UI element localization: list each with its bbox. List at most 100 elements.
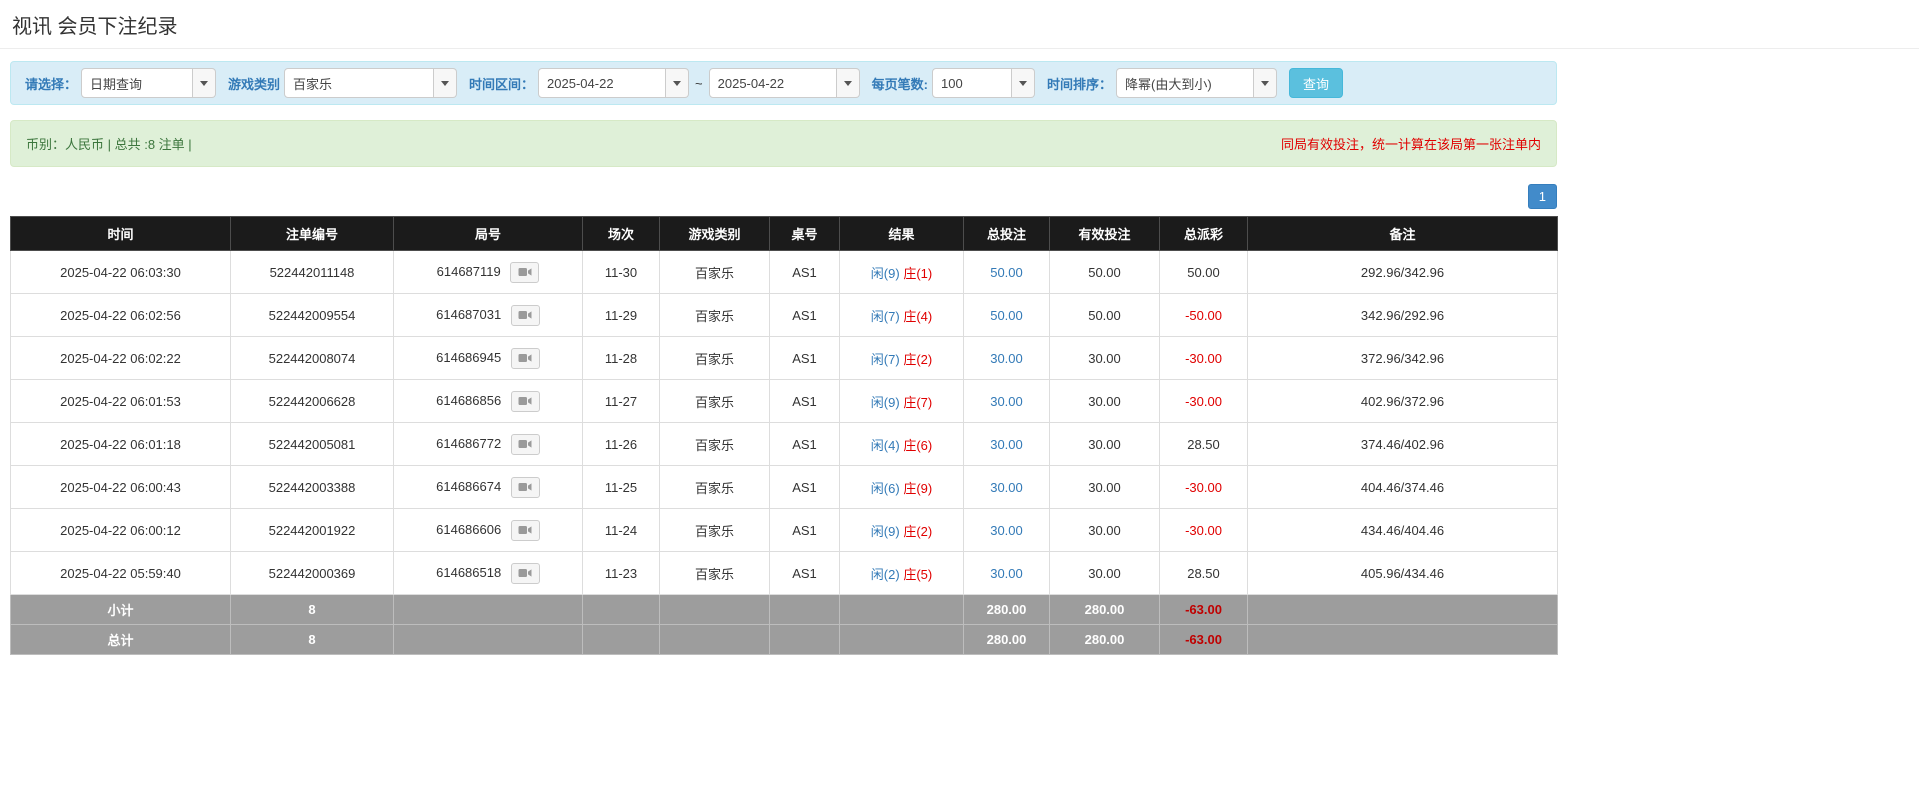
- select-type-input[interactable]: [81, 68, 193, 98]
- round-id-cell: 614686518: [394, 552, 583, 595]
- table-footer: 小计 8 280.00 280.00 -63.00 总计 8 280.00 28…: [11, 595, 1558, 655]
- summary-bar: 币别：人民币 | 总共 :8 注单 | 同局有效投注，统一计算在该局第一张注单内: [10, 120, 1557, 167]
- search-button[interactable]: 查询: [1289, 68, 1343, 98]
- table-row: 2025-04-22 06:02:22 522442008074 6146869…: [11, 337, 1558, 380]
- date-from-input[interactable]: [538, 68, 666, 98]
- select-type-dropdown-button[interactable]: [193, 68, 216, 98]
- sort-order-input[interactable]: [1116, 68, 1254, 98]
- total-bet-cell: 50.00: [964, 294, 1050, 337]
- content: 请选择： 游戏类别 时间区间： ~ 每页笔数: 时间排序：: [10, 61, 1557, 655]
- date-to-input[interactable]: [709, 68, 837, 98]
- round-id-text: 614686674: [436, 478, 501, 493]
- total-bet-link[interactable]: 30.00: [990, 566, 1023, 581]
- summary-payout-cell: -63.00: [1160, 625, 1248, 655]
- payout-cell: -30.00: [1160, 380, 1248, 423]
- date-from-dropdown-button[interactable]: [666, 68, 689, 98]
- total-bet-link[interactable]: 30.00: [990, 523, 1023, 538]
- summary-empty-cell: [660, 625, 770, 655]
- page-size-combobox: [932, 68, 1035, 98]
- total-bet-link[interactable]: 30.00: [990, 437, 1023, 452]
- result-cell: 闲(9) 庄(1): [840, 251, 964, 294]
- valid-bet-cell: 50.00: [1050, 251, 1160, 294]
- banker-result: 庄(6): [903, 438, 932, 453]
- total-bet-cell: 50.00: [964, 251, 1050, 294]
- banker-result: 庄(2): [903, 352, 932, 367]
- total-bet-link[interactable]: 50.00: [990, 308, 1023, 323]
- time-range-label: 时间区间：: [469, 74, 534, 93]
- game-type-input[interactable]: [284, 68, 434, 98]
- page-title: 视讯 会员下注纪录: [12, 10, 1909, 39]
- remark-cell: 292.96/342.96: [1248, 251, 1558, 294]
- player-result: 闲(9): [871, 266, 900, 281]
- valid-bet-cell: 30.00: [1050, 466, 1160, 509]
- video-replay-button[interactable]: [511, 520, 540, 541]
- summary-empty-cell: [660, 595, 770, 625]
- remark-cell: 402.96/372.96: [1248, 380, 1558, 423]
- payout-cell: 50.00: [1160, 251, 1248, 294]
- payout-cell: -30.00: [1160, 466, 1248, 509]
- page-size-dropdown-button[interactable]: [1012, 68, 1035, 98]
- col-header-valid-bet: 有效投注: [1050, 217, 1160, 251]
- summary-empty-cell: [1248, 595, 1558, 625]
- round-id-cell: 614686606: [394, 509, 583, 552]
- time-cell: 2025-04-22 06:02:22: [11, 337, 231, 380]
- valid-bet-cell: 30.00: [1050, 552, 1160, 595]
- col-header-session: 场次: [583, 217, 660, 251]
- bet-records-table: 时间 注单编号 局号 场次 游戏类别 桌号 结果 总投注 有效投注 总派彩 备注…: [10, 216, 1558, 655]
- col-header-payout: 总派彩: [1160, 217, 1248, 251]
- banker-result: 庄(2): [903, 524, 932, 539]
- result-cell: 闲(7) 庄(2): [840, 337, 964, 380]
- valid-bet-cell: 30.00: [1050, 380, 1160, 423]
- date-from-combobox: [538, 68, 689, 98]
- game-type-cell: 百家乐: [660, 337, 770, 380]
- total-bet-link[interactable]: 30.00: [990, 394, 1023, 409]
- total-bet-cell: 30.00: [964, 552, 1050, 595]
- table-no-cell: AS1: [770, 509, 840, 552]
- date-to-combobox: [709, 68, 860, 98]
- chevron-down-icon: [200, 81, 208, 86]
- game-type-cell: 百家乐: [660, 294, 770, 337]
- total-bet-link[interactable]: 30.00: [990, 351, 1023, 366]
- remark-cell: 434.46/404.46: [1248, 509, 1558, 552]
- payout-cell: 28.50: [1160, 552, 1248, 595]
- summary-empty-cell: [1248, 625, 1558, 655]
- page-size-input[interactable]: [932, 68, 1012, 98]
- total-bet-link[interactable]: 50.00: [990, 265, 1023, 280]
- summary-empty-cell: [770, 595, 840, 625]
- sort-order-dropdown-button[interactable]: [1254, 68, 1277, 98]
- bet-id-cell: 522442000369: [231, 552, 394, 595]
- banker-result: 庄(7): [903, 395, 932, 410]
- player-result: 闲(7): [871, 309, 900, 324]
- valid-bet-cell: 30.00: [1050, 337, 1160, 380]
- game-type-dropdown-button[interactable]: [434, 68, 457, 98]
- summary-count-cell: 8: [231, 595, 394, 625]
- result-cell: 闲(9) 庄(2): [840, 509, 964, 552]
- video-replay-button[interactable]: [510, 262, 539, 283]
- video-replay-button[interactable]: [511, 305, 540, 326]
- video-replay-button[interactable]: [511, 563, 540, 584]
- date-to-dropdown-button[interactable]: [837, 68, 860, 98]
- table-row: 2025-04-22 06:00:43 522442003388 6146866…: [11, 466, 1558, 509]
- summary-valid-bet-cell: 280.00: [1050, 625, 1160, 655]
- sort-order-label: 时间排序：: [1047, 74, 1112, 93]
- bet-id-cell: 522442009554: [231, 294, 394, 337]
- round-id-cell: 614687119: [394, 251, 583, 294]
- player-result: 闲(4): [871, 438, 900, 453]
- session-cell: 11-24: [583, 509, 660, 552]
- summary-count-cell: 8: [231, 625, 394, 655]
- video-replay-button[interactable]: [511, 348, 540, 369]
- col-header-table-no: 桌号: [770, 217, 840, 251]
- round-id-text: 614686945: [436, 349, 501, 364]
- video-replay-button[interactable]: [511, 434, 540, 455]
- time-cell: 2025-04-22 06:03:30: [11, 251, 231, 294]
- payout-cell: 28.50: [1160, 423, 1248, 466]
- total-bet-cell: 30.00: [964, 423, 1050, 466]
- time-cell: 2025-04-22 06:01:18: [11, 423, 231, 466]
- video-replay-button[interactable]: [511, 391, 540, 412]
- video-replay-button[interactable]: [511, 477, 540, 498]
- total-bet-link[interactable]: 30.00: [990, 480, 1023, 495]
- pagination-page-1-button[interactable]: 1: [1528, 184, 1557, 209]
- session-cell: 11-27: [583, 380, 660, 423]
- round-id-text: 614687031: [436, 306, 501, 321]
- result-cell: 闲(9) 庄(7): [840, 380, 964, 423]
